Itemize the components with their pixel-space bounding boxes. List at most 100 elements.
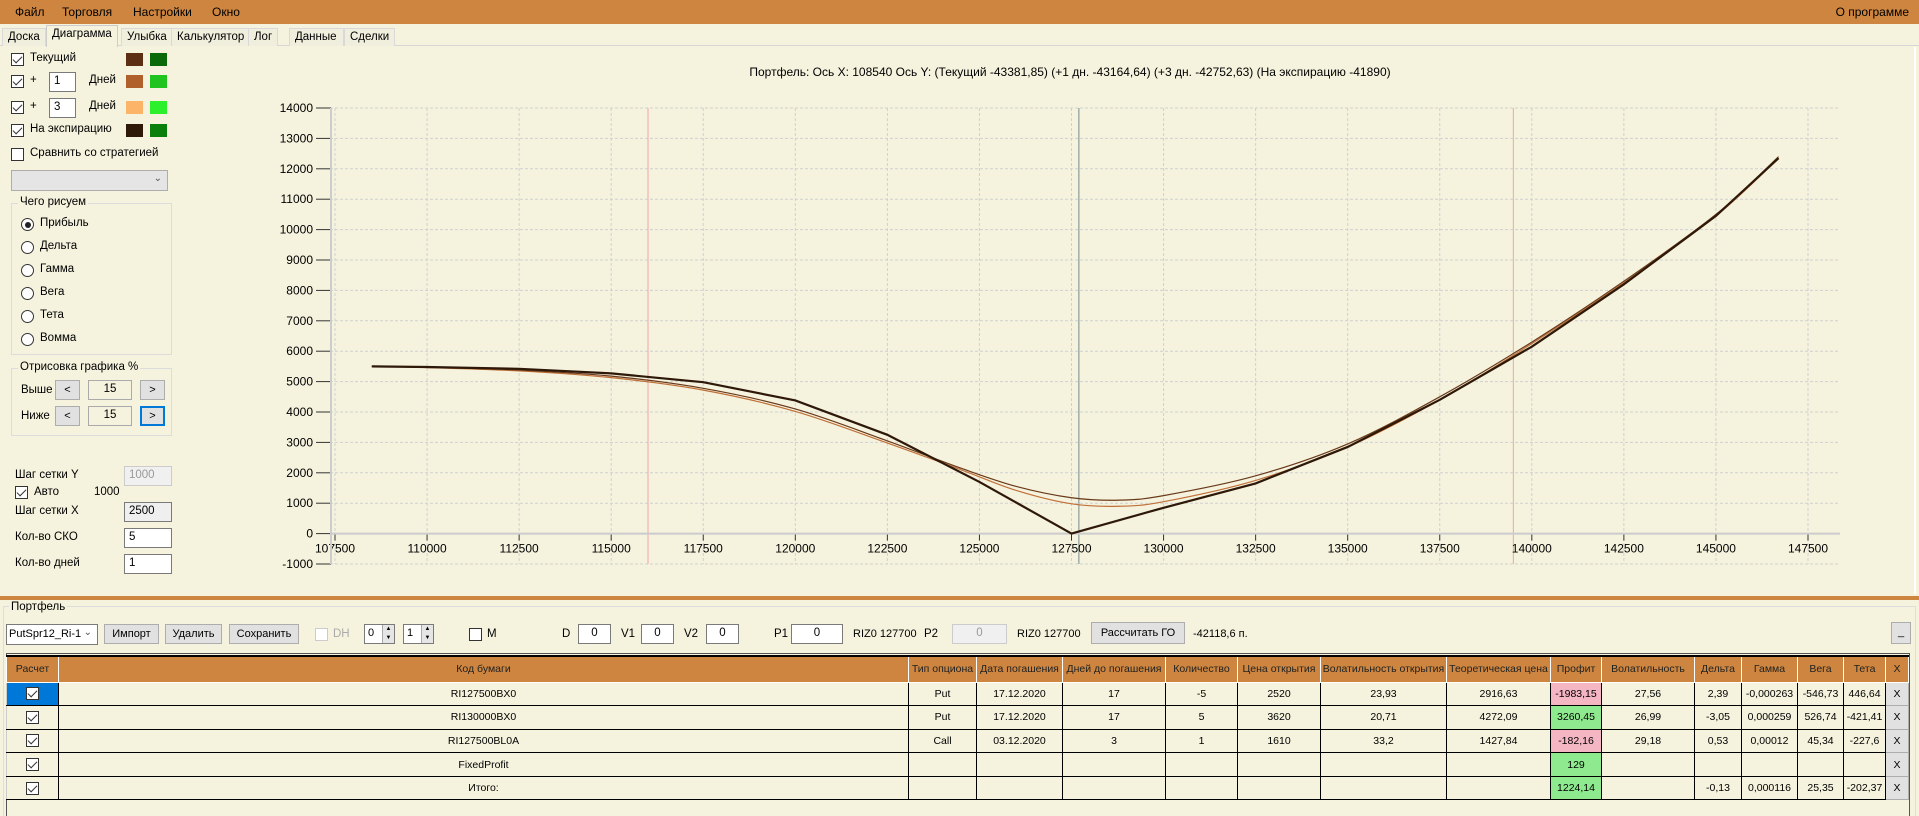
y-tick-label: 4000 [286, 405, 313, 419]
payoff-chart: -1000 0 1000 2000 3000 4000 5000 6000 7000 8000 90… [280, 47, 1916, 594]
table-row[interactable]: RI127500BL0A Call 03.12.2020 3 1 1610 33,2 1427… [6, 728, 1909, 754]
profit-cell: 129 [1550, 752, 1602, 777]
remove-row-button[interactable]: X [1885, 752, 1909, 777]
y-tick-label: 5000 [286, 375, 313, 389]
p2-label: P2 [924, 628, 939, 640]
column-header[interactable]: Гамма [1741, 655, 1798, 683]
column-header[interactable]: Тип опциона [908, 655, 977, 683]
portfolio-title: Портфель [9, 601, 68, 613]
x-tick-label: 127500 [1051, 542, 1091, 556]
y-tick-label: 1000 [286, 496, 313, 510]
spin-arrows-icon[interactable]: ▲ ▼ [382, 625, 394, 643]
y-tick-label: 10000 [280, 223, 314, 237]
calc-checkbox[interactable] [26, 710, 39, 724]
table-cell: -3,05 [1694, 705, 1742, 730]
y-tick-label: 11000 [281, 192, 314, 206]
x-tick-label: 140000 [1512, 542, 1552, 556]
remove-row-button[interactable]: X [1885, 705, 1909, 730]
save-button[interactable]: Сохранить [229, 624, 299, 644]
x-tick-label: 115000 [592, 542, 631, 556]
table-cell: Put [908, 682, 977, 707]
d-label: D [562, 628, 571, 640]
security-code-cell: FixedProfit [58, 752, 909, 777]
table-row[interactable]: Итого: 1224,14 -0,13 0,000116 25,35 -202,37 X [6, 775, 1909, 801]
splitter[interactable] [0, 596, 1919, 600]
y-tick-label: 9000 [286, 253, 313, 267]
calc-checkbox[interactable] [26, 734, 39, 748]
column-header[interactable]: Код бумаги [58, 655, 909, 683]
table-cell: 26,99 [1601, 705, 1695, 730]
column-header[interactable]: Количество [1165, 655, 1238, 683]
spin-arrows-icon[interactable]: ▲ ▼ [421, 625, 433, 643]
column-header[interactable]: X [1885, 655, 1909, 683]
column-header[interactable]: Дельта [1694, 655, 1742, 683]
remove-row-button[interactable]: X [1885, 775, 1909, 801]
p1-input[interactable]: 0 [791, 624, 843, 644]
calculate-go-button[interactable]: Рассчитать ГО [1091, 622, 1185, 644]
column-header[interactable]: Цена открытия [1237, 655, 1321, 683]
column-header[interactable]: Теоретическая цена [1446, 655, 1551, 683]
chevron-down-icon: ⌄ [83, 627, 92, 638]
table-row[interactable]: RI127500BX0 Put 17.12.2020 17 -5 2520 23,93 291… [6, 681, 1909, 707]
portfolio-select[interactable]: PutSpr12_Ri-1 ⌄ [6, 624, 98, 645]
calc-checkbox[interactable] [26, 781, 39, 795]
security-code-cell: RI127500BL0A [58, 729, 909, 754]
x-tick-label: 132500 [1236, 542, 1276, 556]
table-cell [1320, 752, 1447, 777]
y-tick-label: 13000 [280, 131, 314, 145]
column-header[interactable]: Расчет [6, 655, 59, 683]
p1-label: P1 [774, 628, 789, 640]
dh-spin-1-value: 0 [368, 627, 375, 639]
table-cell: 25,35 [1797, 776, 1844, 801]
table-cell: -0,13 [1694, 776, 1742, 801]
table-cell: 2520 [1237, 682, 1321, 707]
table-cell: 1427,84 [1446, 729, 1551, 754]
column-header[interactable]: Дней до погашения [1062, 655, 1166, 683]
p2-input[interactable]: 0 [952, 624, 1007, 644]
table-row[interactable]: FixedProfit 129 X [6, 752, 1909, 777]
column-header[interactable]: Вега [1797, 655, 1844, 683]
dh-spin-1[interactable]: 0 ▲ ▼ [364, 624, 395, 644]
calc-cell[interactable] [6, 776, 59, 801]
delete-button[interactable]: Удалить [165, 624, 222, 644]
table-cell: -546,73 [1797, 682, 1844, 707]
table-cell: 27,56 [1601, 682, 1695, 707]
column-header[interactable]: Волатильность [1601, 655, 1695, 683]
column-header[interactable]: Дата погашения [976, 655, 1063, 683]
y-tick-label: 8000 [286, 283, 313, 297]
calc-checkbox[interactable] [26, 758, 39, 772]
x-tick-label: 117500 [684, 542, 723, 556]
security-code-cell: RI127500BX0 [58, 682, 909, 707]
column-header[interactable]: Волатильность открытия [1320, 655, 1447, 683]
calc-checkbox[interactable] [26, 687, 39, 701]
v1-input[interactable]: 0 [641, 624, 674, 644]
m-checkbox[interactable] [469, 628, 482, 641]
profit-cell: -1983,15 [1550, 682, 1602, 707]
calc-cell[interactable] [6, 752, 59, 777]
v1-label: V1 [621, 628, 636, 640]
table-cell: 17.12.2020 [976, 705, 1063, 730]
calc-cell[interactable] [6, 705, 59, 730]
dh-checkbox[interactable] [315, 628, 328, 641]
table-row[interactable]: RI130000BX0 Put 17.12.2020 17 5 3620 20,71 4272… [6, 705, 1909, 730]
table-cell: 1610 [1237, 729, 1321, 754]
security-code-cell: Итого: [58, 776, 909, 801]
d-input[interactable]: 0 [578, 624, 611, 644]
column-header[interactable]: Профит [1550, 655, 1602, 683]
table-cell [1843, 752, 1886, 777]
calc-cell[interactable] [6, 729, 59, 754]
minimize-button[interactable]: _ [1891, 622, 1911, 644]
remove-row-button[interactable]: X [1885, 728, 1909, 754]
dh-spin-2[interactable]: 1 ▲ ▼ [403, 624, 434, 644]
table-cell: 29,18 [1601, 729, 1695, 754]
v2-input[interactable]: 0 [706, 624, 739, 644]
table-cell: -421,41 [1843, 705, 1886, 730]
import-button[interactable]: Импорт [104, 624, 159, 644]
table-cell [1797, 752, 1844, 777]
column-header[interactable]: Тета [1843, 655, 1886, 683]
table-cell: 1 [1165, 729, 1238, 754]
remove-row-button[interactable]: X [1885, 681, 1909, 707]
calc-cell[interactable] [6, 682, 59, 707]
x-tick-label: 110000 [407, 542, 446, 556]
table-cell: 17 [1062, 705, 1166, 730]
